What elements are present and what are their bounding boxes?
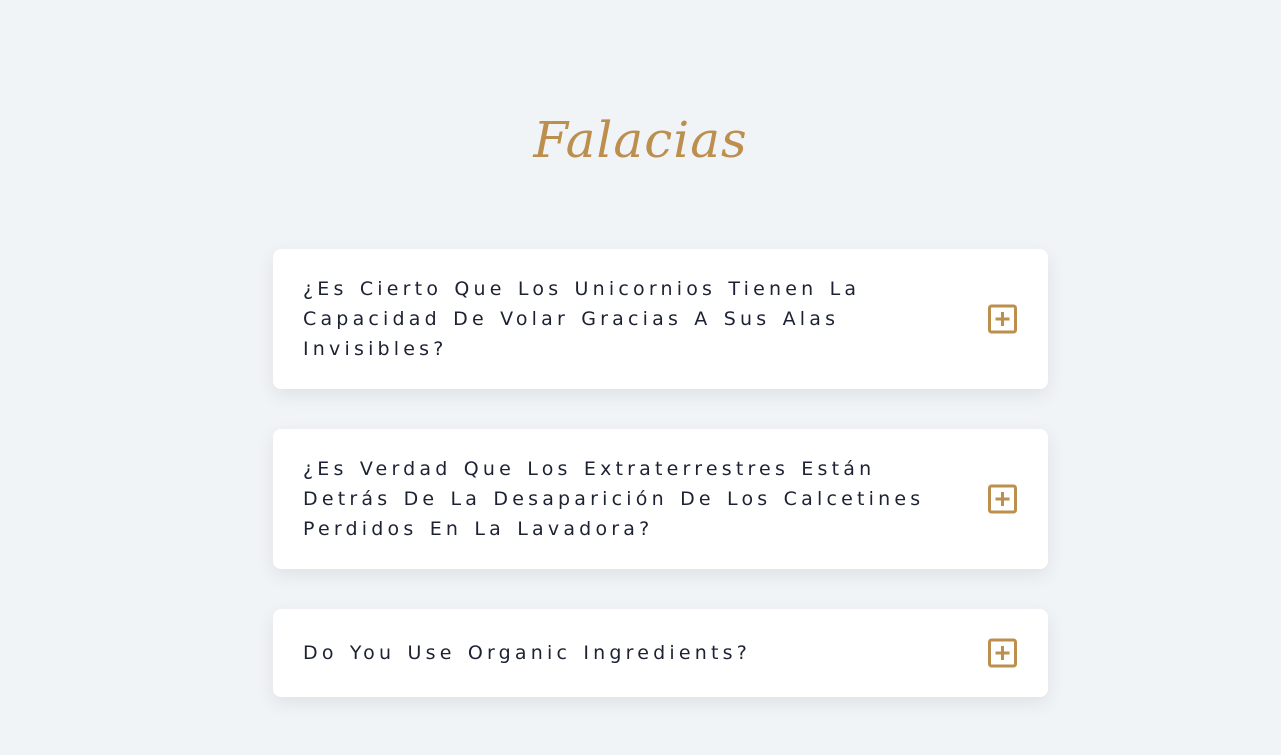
faq-question: ¿Es Cierto Que Los Unicornios Tienen La … <box>303 278 861 360</box>
faq-question: ¿Es Verdad Que Los Extraterrestres Están… <box>303 458 925 540</box>
plus-square-icon[interactable] <box>988 638 1017 668</box>
plus-square-icon[interactable] <box>988 484 1017 514</box>
faq-item[interactable]: Do You Use Organic Ingredients? <box>273 609 1048 697</box>
faq-item[interactable]: ¿Es Cierto Que Los Unicornios Tienen La … <box>273 249 1048 389</box>
page-title: Falacias <box>533 111 748 169</box>
faq-question: Do You Use Organic Ingredients? <box>303 642 752 664</box>
plus-square-icon[interactable] <box>988 304 1017 334</box>
faq-item[interactable]: ¿Es Verdad Que Los Extraterrestres Están… <box>273 429 1048 569</box>
